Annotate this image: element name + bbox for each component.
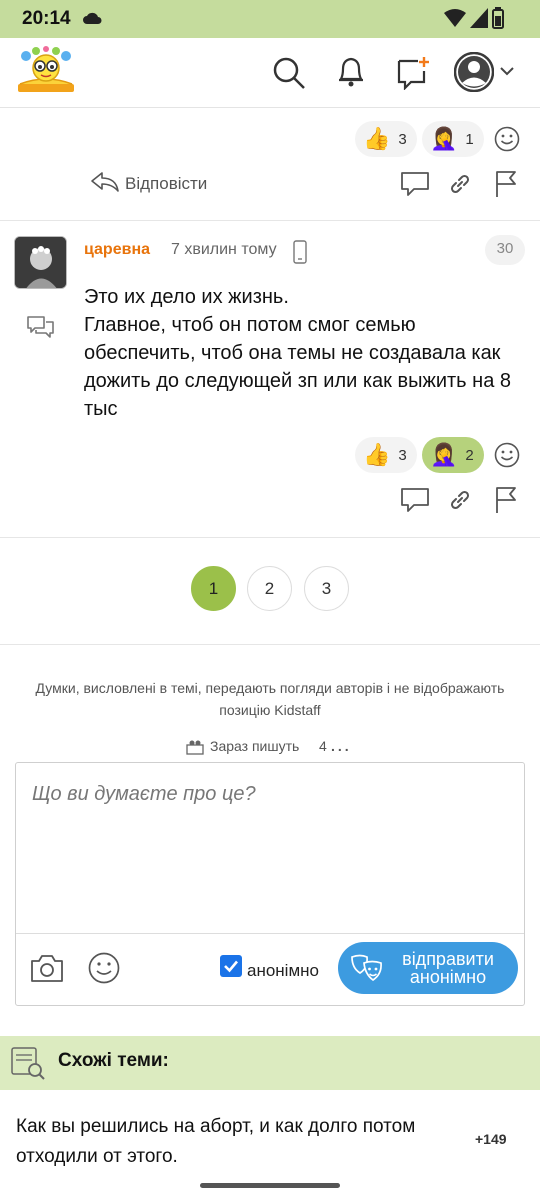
divider <box>0 644 540 645</box>
thumbs-up-icon: 👍 <box>363 442 391 467</box>
thumbs-up-icon: 👍 <box>363 126 391 151</box>
wifi-icon <box>444 9 466 27</box>
new-topic-icon[interactable] <box>396 56 432 90</box>
post-number[interactable]: 30 <box>485 235 525 265</box>
chevron-down-icon[interactable] <box>499 66 515 78</box>
quote-reply-icon[interactable] <box>26 314 56 340</box>
signal-icon <box>470 8 488 28</box>
similar-topic-link[interactable]: Как вы решились на аборт, и как долго по… <box>16 1112 446 1172</box>
avatar-icon[interactable] <box>454 52 494 92</box>
comment-time: 7 хвилин тому <box>171 241 277 258</box>
camera-icon[interactable] <box>30 953 64 983</box>
add-reaction-icon[interactable] <box>494 442 520 468</box>
battery-icon <box>492 7 504 29</box>
app-header <box>0 38 540 108</box>
flag-icon[interactable] <box>494 170 518 198</box>
topics-search-icon <box>11 1047 45 1080</box>
flag-icon[interactable] <box>494 486 518 514</box>
add-reaction-icon[interactable] <box>494 126 520 152</box>
divider <box>0 537 540 538</box>
composer-divider <box>16 933 524 934</box>
divider <box>0 220 540 221</box>
writing-now-label: Зараз пишуть <box>210 738 300 754</box>
reaction-count: 2 <box>465 446 474 464</box>
reaction-count: 3 <box>398 130 407 148</box>
status-bar: 20:14 <box>0 0 540 38</box>
comment-text: Это их дело их жизнь. Главное, чтоб он п… <box>84 286 511 420</box>
topic-reply-count: +149 <box>475 1131 507 1147</box>
comment-icon[interactable] <box>400 171 430 197</box>
emoji-icon[interactable] <box>88 952 120 984</box>
reaction-like[interactable]: 👍 3 <box>355 437 417 473</box>
cloud-icon <box>83 12 102 24</box>
avatar[interactable] <box>14 236 67 289</box>
send-button-label: відправити анонімно <box>402 949 494 987</box>
facepalm-icon: 🤦‍♀️ <box>430 442 458 467</box>
status-time: 20:14 <box>22 8 71 29</box>
reaction-like[interactable]: 👍 3 <box>355 121 417 157</box>
anonymous-checkbox[interactable] <box>220 955 242 977</box>
kidstaff-logo[interactable] <box>14 46 78 98</box>
page-2-button[interactable]: 2 <box>247 566 292 611</box>
reaction-count: 3 <box>398 446 407 464</box>
page-3-button[interactable]: 3 <box>304 566 349 611</box>
reaction-facepalm[interactable]: 🤦‍♀️ 2 <box>422 437 484 473</box>
disclaimer: Думки, висловлені в темі, передають погл… <box>35 680 505 718</box>
reply-icon[interactable] <box>90 171 120 195</box>
reaction-count: 1 <box>465 130 474 148</box>
link-icon[interactable] <box>448 172 472 196</box>
comment-icon[interactable] <box>400 487 430 513</box>
typing-dots: ... <box>331 738 352 754</box>
mobile-device-icon <box>293 240 307 264</box>
reply-link[interactable]: Відповісти <box>125 174 207 194</box>
send-anonymous-button[interactable]: відправити анонімно <box>338 942 518 994</box>
facepalm-icon: 🤦‍♀️ <box>430 126 458 151</box>
theater-masks-icon <box>351 954 382 982</box>
comment-author[interactable]: царевна <box>84 241 150 259</box>
search-icon[interactable] <box>272 56 306 90</box>
bell-icon[interactable] <box>336 55 366 89</box>
anonymous-label[interactable]: анонімно <box>247 961 319 981</box>
writing-users-icon <box>186 740 204 755</box>
similar-topics-title: Схожі теми: <box>58 1050 169 1071</box>
comment-input[interactable] <box>16 763 524 933</box>
page-1-button[interactable]: 1 <box>191 566 236 611</box>
home-indicator[interactable] <box>200 1183 340 1188</box>
reaction-facepalm[interactable]: 🤦‍♀️ 1 <box>422 121 484 157</box>
user-photo <box>15 237 66 288</box>
comment-body: Это их дело их жизнь. Главное, чтоб он п… <box>84 283 514 423</box>
link-icon[interactable] <box>448 488 472 512</box>
writing-now-count: 4 <box>319 738 327 754</box>
